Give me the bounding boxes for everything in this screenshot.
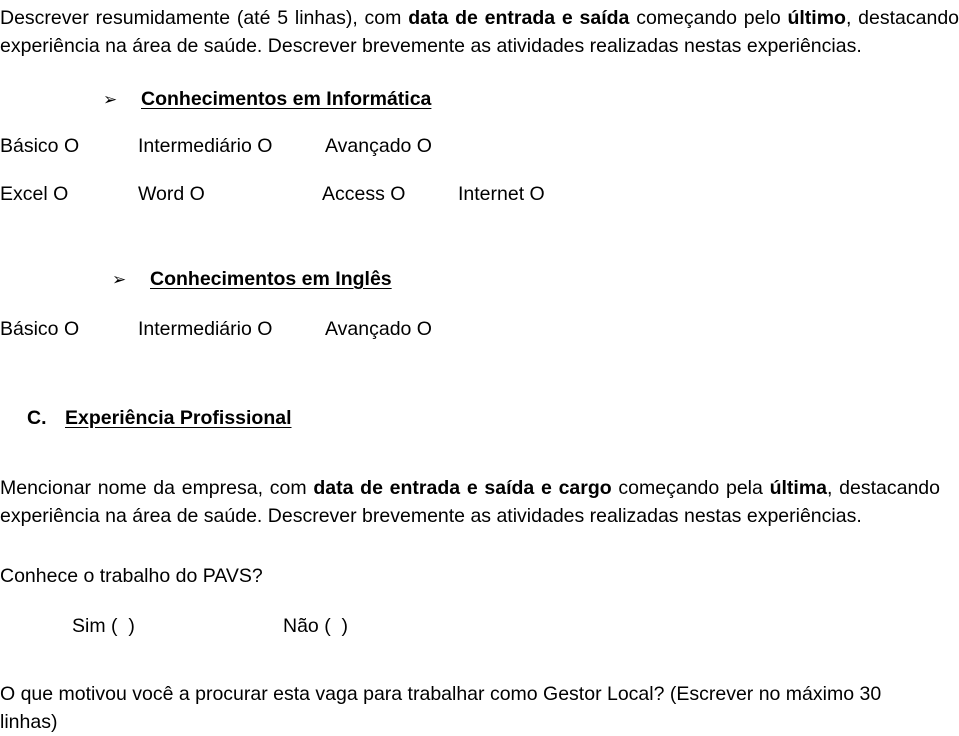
experiencia-seg-3: começando pela [611, 477, 770, 499]
experiencia-paragraph: Mencionar nome da empresa, com data de e… [0, 474, 940, 530]
ingles-level-basico-label: Básico [0, 318, 64, 340]
informatica-level-basico-marker[interactable]: O [64, 135, 79, 157]
ingles-level-avancado-marker[interactable]: O [417, 318, 432, 340]
section-title-experiencia-profissional: Experiência Profissional [65, 407, 292, 429]
experiencia-seg-1: Mencionar nome da empresa, com [0, 477, 314, 499]
motivation-question-line-2: linhas) [0, 711, 58, 733]
informatica-software-excel-marker[interactable]: O [53, 183, 68, 205]
informatica-software-word[interactable]: Word O [138, 181, 205, 207]
heading-conhecimentos-informatica: ➢ Conhecimentos em Informática [103, 88, 431, 111]
informatica-level-intermediario-label: Intermediário [138, 135, 258, 157]
pavs-question-label: Conhece o trabalho do PAVS? [0, 565, 263, 587]
ingles-level-avancado-label: Avançado [325, 318, 417, 340]
experiencia-seg-2-bold: data de entrada e saída e cargo [313, 477, 612, 499]
informatica-software-excel-label: Excel [0, 183, 54, 205]
conhecimentos-informatica-label: Conhecimentos em Informática [141, 88, 432, 110]
ingles-level-avancado[interactable]: Avançado O [325, 316, 432, 342]
intro-seg-4-bold: último [787, 7, 846, 29]
informatica-software-access-label: Access [322, 183, 391, 205]
informatica-software-access-marker[interactable]: O [390, 183, 405, 205]
informatica-software-internet-marker[interactable]: O [530, 183, 545, 205]
ingles-level-intermediario[interactable]: Intermediário O [138, 316, 272, 342]
document-page: Descrever resumidamente (até 5 linhas), … [0, 0, 959, 733]
conhecimentos-ingles-label: Conhecimentos em Inglês [150, 268, 392, 290]
arrow-bullet-icon: ➢ [103, 90, 118, 110]
ingles-level-intermediario-label: Intermediário [138, 318, 258, 340]
ingles-level-basico[interactable]: Básico O [0, 316, 79, 342]
motivation-question-line-1: O que motivou você a procurar esta vaga … [0, 683, 882, 705]
intro-paragraph: Descrever resumidamente (até 5 linhas), … [0, 4, 959, 60]
intro-seg-1: Descrever resumidamente (até 5 linhas), … [0, 7, 409, 29]
ingles-level-basico-marker[interactable]: O [64, 318, 79, 340]
informatica-software-word-label: Word [138, 183, 190, 205]
intro-seg-3: começando pelo [629, 7, 788, 29]
informatica-level-intermediario-marker[interactable]: O [257, 135, 272, 157]
pavs-answer-yes[interactable]: Sim ( ) [72, 613, 135, 639]
section-letter-c: C. [27, 407, 47, 429]
section-heading-experiencia-profissional: C. Experiência Profissional [27, 407, 292, 430]
informatica-software-word-marker[interactable]: O [190, 183, 205, 205]
informatica-software-access[interactable]: Access O [322, 181, 405, 207]
informatica-level-intermediario[interactable]: Intermediário O [138, 133, 272, 159]
informatica-software-excel[interactable]: Excel O [0, 181, 68, 207]
informatica-level-avancado-label: Avançado [325, 135, 417, 157]
informatica-software-internet-label: Internet [458, 183, 530, 205]
ingles-level-intermediario-marker[interactable]: O [257, 318, 272, 340]
experiencia-seg-4-bold: última [769, 477, 828, 499]
informatica-level-avancado[interactable]: Avançado O [325, 133, 432, 159]
informatica-software-internet[interactable]: Internet O [458, 181, 545, 207]
heading-conhecimentos-ingles: ➢ Conhecimentos em Inglês [112, 268, 392, 291]
arrow-bullet-icon: ➢ [112, 270, 127, 290]
informatica-level-avancado-marker[interactable]: O [417, 135, 432, 157]
motivation-question: O que motivou você a procurar esta vaga … [0, 680, 959, 736]
pavs-answer-no[interactable]: Não ( ) [283, 613, 348, 639]
informatica-level-basico[interactable]: Básico O [0, 133, 79, 159]
informatica-level-basico-label: Básico [0, 135, 64, 157]
intro-seg-2-bold: data de entrada e saída [408, 7, 630, 29]
